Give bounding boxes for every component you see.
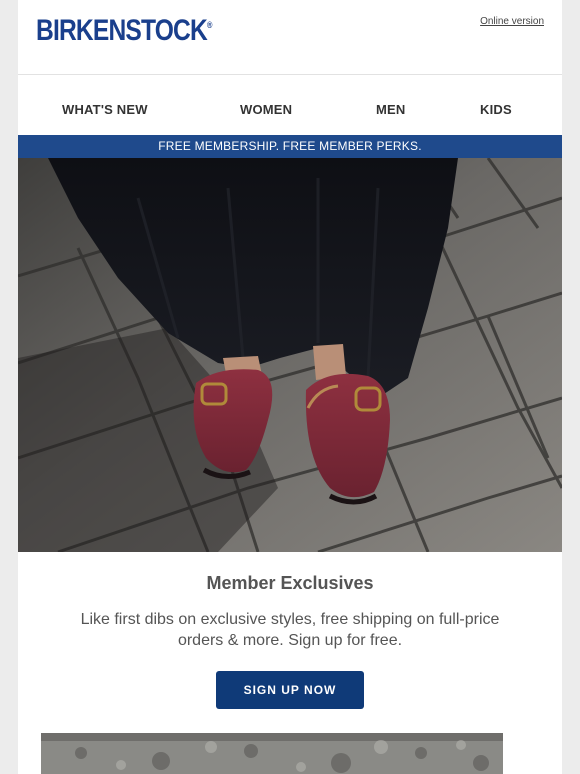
email-header: BIRKENSTOCK® Online version xyxy=(18,0,562,75)
brand-logo[interactable]: BIRKENSTOCK® xyxy=(36,14,212,48)
hero-image[interactable] xyxy=(18,158,562,552)
registered-mark: ® xyxy=(206,20,213,30)
nav-item-whats-new[interactable]: WHAT'S NEW xyxy=(62,102,148,117)
secondary-image[interactable] xyxy=(41,733,503,774)
main-nav: WHAT'S NEW WOMEN MEN KIDS xyxy=(18,75,562,135)
member-exclusives-title: Member Exclusives xyxy=(206,573,374,593)
online-version-link[interactable]: Online version xyxy=(480,16,544,27)
brand-name: BIRKENSTOCK xyxy=(36,14,208,47)
membership-banner[interactable]: FREE MEMBERSHIP. FREE MEMBER PERKS. xyxy=(18,135,562,158)
nav-item-women[interactable]: WOMEN xyxy=(240,102,292,117)
sign-up-button[interactable]: SIGN UP NOW xyxy=(216,671,364,709)
member-exclusives-text: Like first dibs on exclusive styles, fre… xyxy=(80,611,500,649)
email-container: BIRKENSTOCK® Online version WHAT'S NEW W… xyxy=(18,0,562,774)
nav-item-men[interactable]: MEN xyxy=(376,102,406,117)
cta-container: SIGN UP NOW xyxy=(18,671,562,709)
nav-item-kids[interactable]: KIDS xyxy=(480,102,512,117)
